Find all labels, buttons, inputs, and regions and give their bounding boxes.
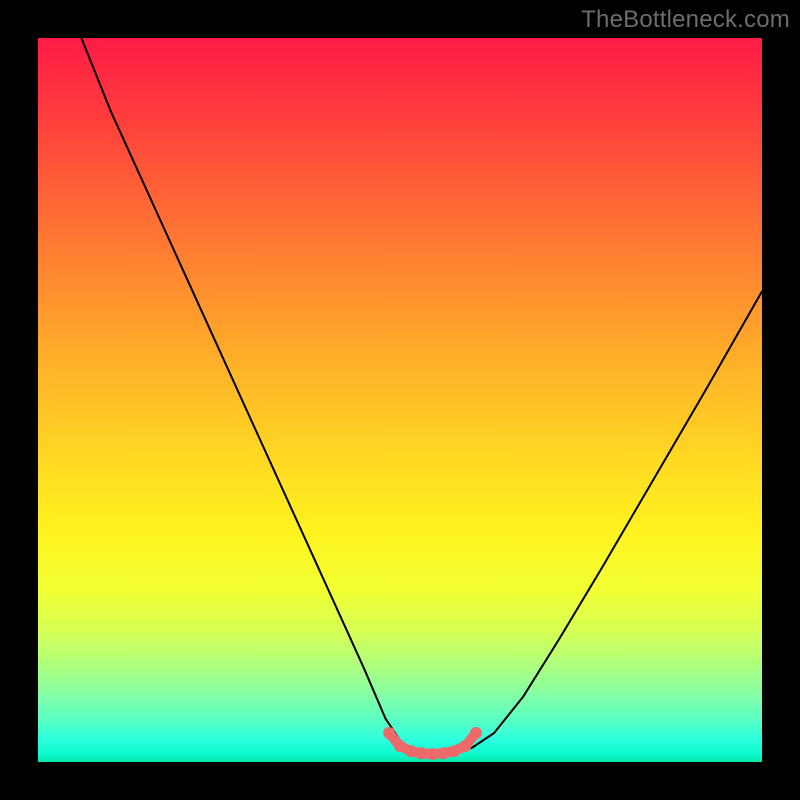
chart-plot-area xyxy=(38,38,762,762)
chart-frame: TheBottleneck.com xyxy=(0,0,800,800)
chart-svg xyxy=(38,38,762,762)
watermark-text: TheBottleneck.com xyxy=(581,6,790,34)
optimal-range-markers xyxy=(383,727,482,760)
bottleneck-curve xyxy=(81,38,762,755)
